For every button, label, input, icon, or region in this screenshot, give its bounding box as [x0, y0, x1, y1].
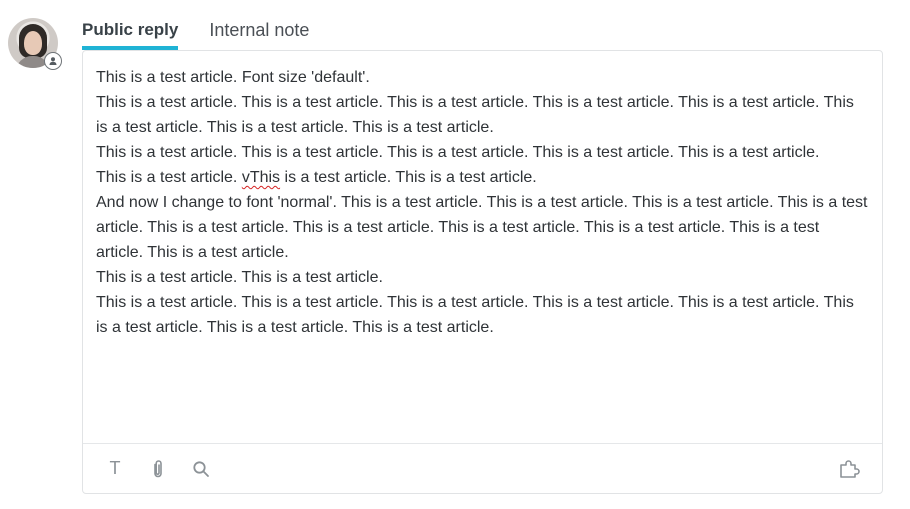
editor-toolbar: T — [83, 443, 882, 493]
editor-paragraph-with-spelling-error: This is a test article. vThis is a test … — [96, 165, 868, 190]
user-avatar-container[interactable] — [8, 18, 62, 70]
text-format-button[interactable]: T — [101, 455, 129, 483]
paperclip-icon — [154, 459, 162, 477]
paragraph-text-before: This is a test article. — [96, 169, 242, 186]
editor-paragraph: And now I change to font 'normal'. This … — [96, 194, 868, 261]
puzzle-icon — [840, 459, 860, 478]
avatar-face — [24, 31, 42, 55]
user-role-badge — [44, 52, 62, 70]
text-format-icon: T — [109, 458, 121, 478]
editor-paragraph: This is a test article. This is a test a… — [96, 269, 383, 286]
editor-paragraph: This is a test article. This is a test a… — [96, 144, 820, 161]
extensions-button[interactable] — [836, 455, 864, 483]
editor-paragraph: This is a test article. This is a test a… — [96, 294, 854, 336]
attach-file-button[interactable] — [144, 455, 172, 483]
search-button[interactable] — [187, 455, 215, 483]
reply-tabs: Public reply Internal note — [82, 16, 309, 50]
search-icon — [193, 460, 209, 477]
editor-content[interactable]: This is a test article. Font size 'defau… — [96, 65, 868, 340]
misspelled-word[interactable]: vThis — [242, 169, 280, 186]
reply-composer: Public reply Internal note This is a tes… — [0, 0, 910, 509]
editor-paragraph: This is a test article. Font size 'defau… — [96, 69, 370, 86]
tab-internal-note[interactable]: Internal note — [209, 16, 309, 50]
reply-editor[interactable]: This is a test article. Font size 'defau… — [82, 50, 883, 494]
editor-paragraph: This is a test article. This is a test a… — [96, 94, 854, 136]
user-icon — [49, 57, 57, 65]
paragraph-text-after: is a test article. This is a test articl… — [280, 169, 537, 186]
tab-public-reply[interactable]: Public reply — [82, 16, 179, 50]
